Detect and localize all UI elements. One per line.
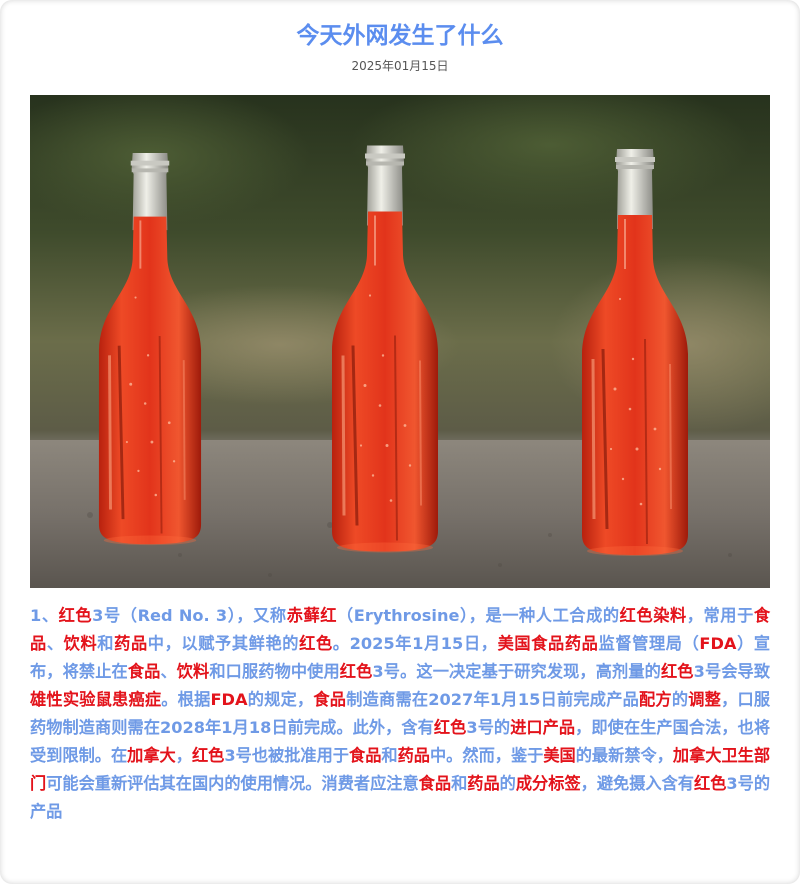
highlighted-term: 配方 xyxy=(639,690,672,709)
highlighted-term: 红色 xyxy=(660,662,694,681)
paragraph-text: ，避免摄入含有 xyxy=(580,774,694,793)
article-card: 今天外网发生了什么 2025年01月15日 1、红色3号（Red No. 3），… xyxy=(0,0,800,884)
highlighted-term: 药品 xyxy=(114,634,148,653)
paragraph-text: 3号。这一决定基于研究发现，高剂量的 xyxy=(372,662,661,681)
paragraph-text: 的 xyxy=(671,690,689,709)
highlighted-term: 饮料 xyxy=(63,634,98,653)
highlighted-term: FDA xyxy=(699,634,737,653)
article-title: 今天外网发生了什么 xyxy=(296,23,504,49)
paragraph-text: 。根据 xyxy=(161,690,211,709)
highlighted-term: 药品 xyxy=(467,774,500,793)
highlighted-term: 红色 xyxy=(339,662,373,681)
paragraph-text: 的最新禁令， xyxy=(575,746,673,765)
paragraph-text: 的 xyxy=(499,774,516,793)
highlighted-term: 红色 xyxy=(191,746,225,765)
highlighted-term: 食品 xyxy=(418,774,452,793)
paragraph-text: （Erythrosine），是一种人工合成的 xyxy=(337,606,620,625)
highlighted-term: 进口产品 xyxy=(510,718,576,737)
highlighted-term: FDA xyxy=(210,690,248,709)
paragraph-text: 1、 xyxy=(30,606,59,625)
paragraph-text: ， xyxy=(175,746,192,765)
highlighted-term: 红色 xyxy=(433,718,467,737)
paragraph-text: 中，以赋予其鲜艳的 xyxy=(147,634,300,653)
paragraph-text: 、 xyxy=(46,634,64,653)
paragraph-text: 3号会导致 xyxy=(693,662,771,681)
paragraph-text: 中。然而，鉴于 xyxy=(429,746,544,765)
paragraph-text: 、 xyxy=(160,662,177,681)
paragraph-text: 3号也被批准用于 xyxy=(224,746,349,765)
paragraph-text: 3号的 xyxy=(466,718,511,737)
highlighted-term: 赤藓红 xyxy=(286,606,338,625)
paragraph-text: 和口服药物中使用 xyxy=(209,662,340,681)
paragraph-text: ，常用于 xyxy=(686,606,754,625)
paragraph-text: 和 xyxy=(451,774,468,793)
highlighted-term: 雄性实验鼠患癌症 xyxy=(30,690,162,709)
paragraph-text: 和 xyxy=(381,746,398,765)
article-paragraph: 1、红色3号（Red No. 3），又称赤藓红（Erythrosine），是一种… xyxy=(30,602,770,826)
highlighted-term: 红色染料 xyxy=(619,606,687,625)
highlighted-term: 调整 xyxy=(688,690,722,709)
paragraph-text: 3号（Red No. 3），又称 xyxy=(92,606,287,625)
paragraph-text: 监督管理局（ xyxy=(598,634,700,653)
highlighted-term: 食品 xyxy=(313,690,347,709)
highlighted-term: 食品 xyxy=(349,746,382,765)
highlighted-term: 加拿大 xyxy=(127,746,176,765)
highlighted-term: 美国 xyxy=(543,746,576,765)
article-date: 2025年01月15日 xyxy=(351,59,449,73)
highlighted-term: 红色 xyxy=(694,774,727,793)
paragraph-text: 。2025年1月15日， xyxy=(332,634,498,653)
highlighted-term: 药品 xyxy=(397,746,430,765)
highlighted-term: 红色 xyxy=(299,634,333,653)
highlighted-term: 食品 xyxy=(127,662,161,681)
highlighted-term: 成分标签 xyxy=(515,774,581,793)
paragraph-text: 的规定， xyxy=(247,690,314,709)
paragraph-text: 可能会重新评估其在国内的使用情况。消费者应注意 xyxy=(46,774,419,793)
paragraph-text: 制造商需在2027年1月15日前完成产品 xyxy=(346,690,640,709)
paragraph-text: 和 xyxy=(97,634,115,653)
highlighted-term: 美国食品药品 xyxy=(497,634,599,653)
highlighted-term: 红色 xyxy=(58,606,93,625)
article-photo xyxy=(30,95,770,588)
highlighted-term: 饮料 xyxy=(176,662,210,681)
